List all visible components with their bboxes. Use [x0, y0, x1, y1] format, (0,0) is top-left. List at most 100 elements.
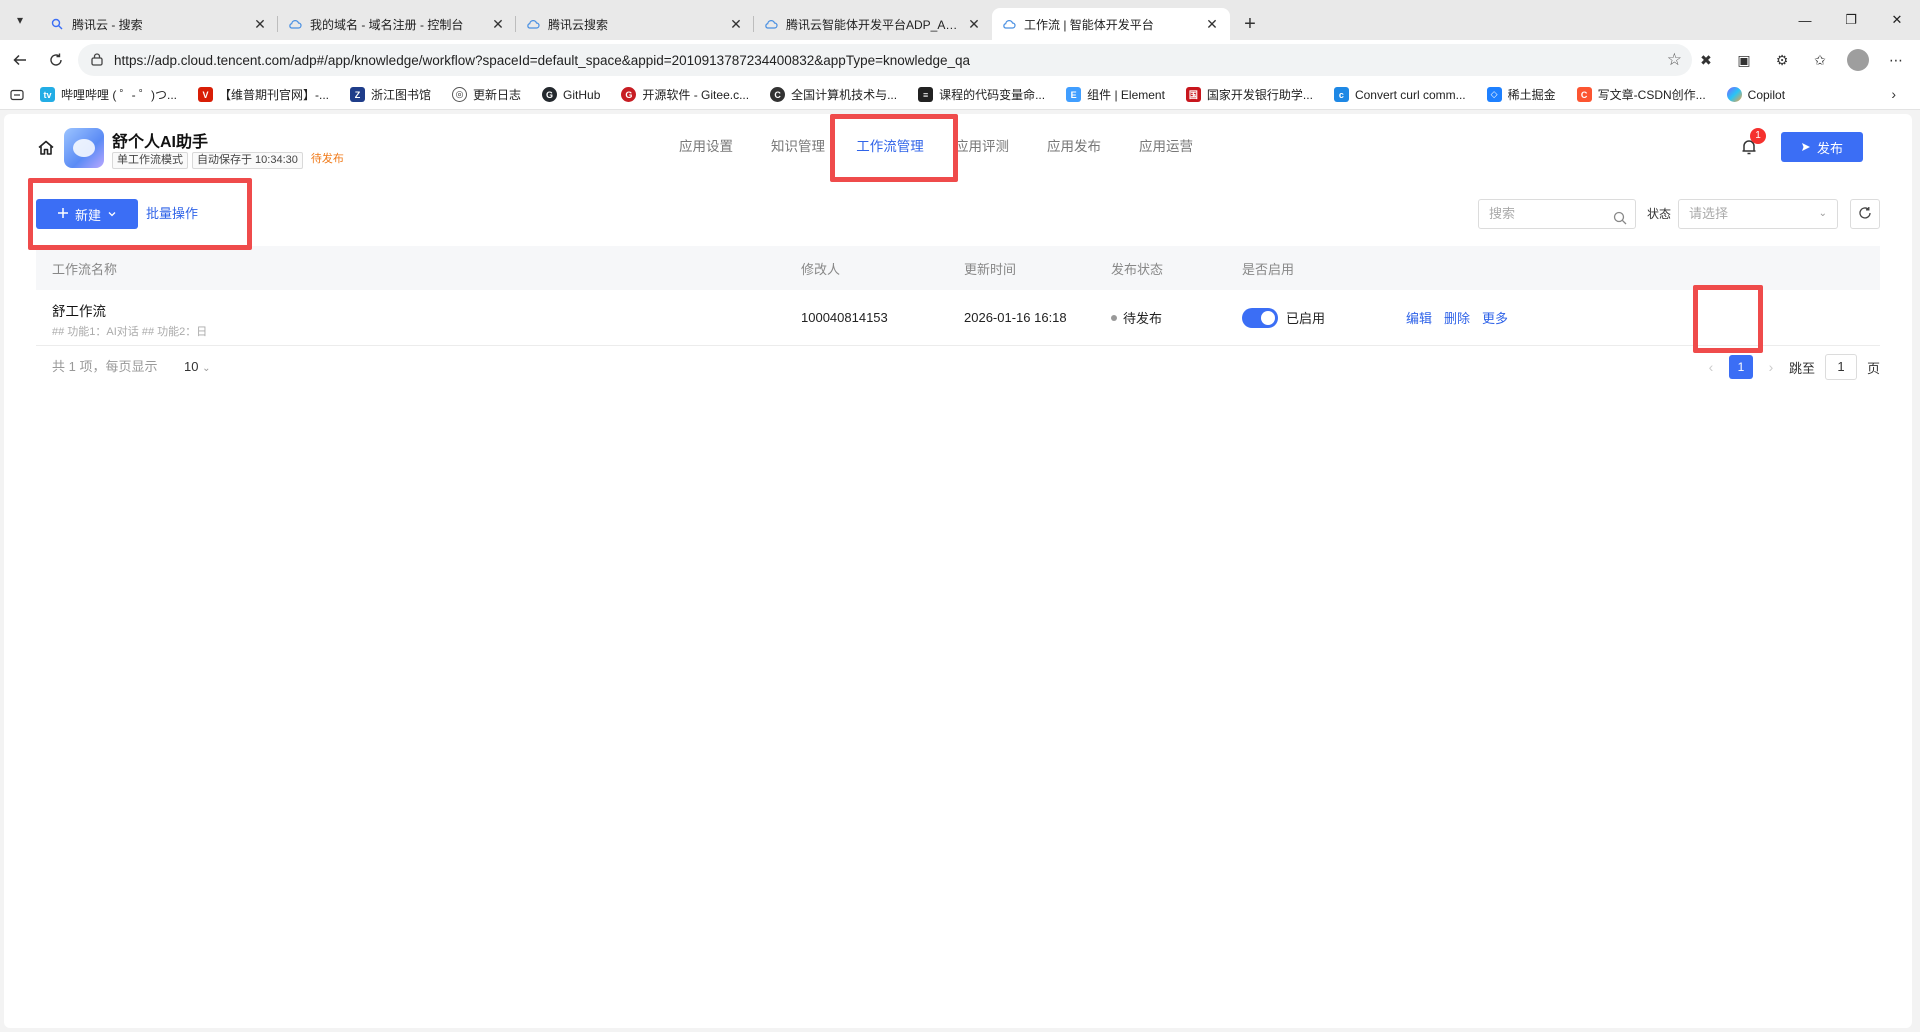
extension-icons: ✖ ▣ ⚙ ✩ ⋯: [1690, 44, 1912, 76]
prev-page-icon[interactable]: ‹: [1703, 359, 1719, 375]
bookmark-item[interactable]: Copilot: [1726, 87, 1785, 102]
status-filter-select[interactable]: 请选择 ⌄: [1678, 199, 1838, 229]
edit-link[interactable]: 编辑: [1406, 290, 1432, 345]
browser-tab[interactable]: 腾讯云智能体开发平台ADP_Agent ✕: [754, 8, 992, 40]
library-icon: Z: [350, 87, 365, 102]
gitee-icon: G: [621, 87, 637, 102]
profile-avatar[interactable]: [1842, 44, 1874, 76]
app-meta: 单工作流模式 自动保存于 10:34:30 待发布: [112, 152, 348, 169]
minimize-icon[interactable]: —: [1782, 0, 1828, 40]
cloud-favicon-icon: [288, 17, 302, 31]
workflow-modifier: 100040814153: [801, 310, 888, 325]
refresh-button[interactable]: [1850, 199, 1880, 229]
tab-close-icon[interactable]: ✕: [728, 16, 744, 32]
restore-icon[interactable]: ❐: [1828, 0, 1874, 40]
window-controls: — ❐ ✕: [1782, 0, 1920, 40]
bookmark-item[interactable]: G 开源软件 - Gitee.c...: [621, 86, 749, 103]
bookmark-label: 写文章-CSDN创作...: [1597, 88, 1706, 102]
browser-tab[interactable]: 腾讯云 - 搜索 ✕: [40, 8, 278, 40]
workflow-name[interactable]: 舒工作流: [52, 300, 106, 320]
globe-icon: ◎: [452, 87, 468, 102]
home-icon[interactable]: [36, 138, 56, 158]
delete-link[interactable]: 删除: [1444, 290, 1470, 345]
bookmark-item[interactable]: Z 浙江图书馆: [350, 86, 431, 103]
current-page[interactable]: 1: [1728, 355, 1753, 379]
workflow-desc: ## 功能1：AI对话 ## 功能2：日: [52, 326, 208, 338]
extension-x-icon[interactable]: ✖: [1690, 44, 1722, 76]
bookmark-item[interactable]: V 【维普期刊官网】-...: [198, 86, 329, 103]
reload-icon[interactable]: [40, 44, 72, 76]
tab-close-icon[interactable]: ✕: [1204, 16, 1220, 32]
bookmark-item[interactable]: ◎ 更新日志: [452, 86, 521, 103]
github-icon: G: [542, 87, 558, 102]
extension-puzzle-icon[interactable]: ▣: [1728, 44, 1760, 76]
jump-label: 跳至: [1788, 360, 1815, 376]
more-link[interactable]: 更多: [1482, 290, 1508, 345]
jump-page-input[interactable]: 1: [1824, 354, 1857, 380]
enable-toggle[interactable]: [1242, 307, 1278, 328]
bookmark-item[interactable]: C 写文章-CSDN创作...: [1576, 86, 1706, 103]
header-name: 工作流名称: [52, 261, 118, 277]
bookmarks-bar: tv 哔哩哔哩 ( ゜- ゜)つ... V 【维普期刊官网】-... Z 浙江图书馆 …: [0, 80, 1920, 110]
page-suffix: 页: [1866, 360, 1880, 376]
bookmark-item[interactable]: G GitHub: [542, 87, 600, 102]
url-text[interactable]: https://adp.cloud.tencent.com/adp#/app/k…: [114, 53, 970, 68]
site-info-icon[interactable]: [90, 52, 104, 69]
workflow-updated: 2026-01-16 16:18: [964, 310, 1067, 325]
back-arrow-icon[interactable]: [4, 44, 36, 76]
search-input[interactable]: 搜索: [1478, 199, 1636, 229]
status-dot: [1111, 314, 1117, 321]
tab-close-icon[interactable]: ✕: [966, 16, 982, 32]
tab-list: 腾讯云 - 搜索 ✕ 我的域名 - 域名注册 - 控制台 ✕ 腾讯云搜索 ✕ 腾…: [40, 4, 1266, 40]
tab-close-icon[interactable]: ✕: [252, 16, 268, 32]
search-icon[interactable]: [1613, 207, 1627, 225]
status-placeholder: 请选择: [1689, 206, 1729, 221]
tab-close-icon[interactable]: ✕: [490, 16, 506, 32]
bookmark-item[interactable]: c Convert curl comm...: [1333, 87, 1466, 102]
exam-icon: C: [770, 87, 786, 102]
bookmark-item[interactable]: C 全国计算机技术与...: [770, 86, 897, 103]
bookmark-label: 更新日志: [473, 88, 522, 102]
browser-tab[interactable]: 我的域名 - 域名注册 - 控制台 ✕: [278, 8, 516, 40]
refresh-icon: [1858, 206, 1872, 223]
page-size-select[interactable]: 10 ⌄: [184, 352, 210, 384]
bookmark-item[interactable]: ≡ 课程的代码变量命...: [918, 86, 1045, 103]
table-row[interactable]: 舒工作流 ## 功能1：AI对话 ## 功能2：日 100040814153 2…: [36, 290, 1880, 346]
next-page-icon[interactable]: ›: [1763, 359, 1779, 375]
browser-tab[interactable]: 腾讯云搜索 ✕: [516, 8, 754, 40]
send-icon: [1801, 140, 1811, 155]
bookmark-item[interactable]: 国国家开发银行助学...: [1185, 86, 1313, 103]
publish-button[interactable]: 发布: [1781, 132, 1863, 162]
close-window-icon[interactable]: ✕: [1874, 0, 1920, 40]
address-bar[interactable]: https://adp.cloud.tencent.com/adp#/app/k…: [78, 44, 1692, 76]
bookmark-item[interactable]: E 组件 | Element: [1066, 86, 1165, 103]
bookmarks-overflow-chevron-icon[interactable]: ›: [1891, 86, 1896, 102]
nav-app-settings[interactable]: 应用设置: [660, 114, 752, 176]
new-tab-icon[interactable]: +: [1234, 8, 1266, 40]
nav-app-operation[interactable]: 应用运营: [1120, 114, 1212, 176]
settings-more-icon[interactable]: ⋯: [1880, 44, 1912, 76]
juejin-icon: ◇: [1486, 87, 1502, 102]
enable-toggle-cell: 已启用: [1242, 290, 1325, 345]
tab-title: 腾讯云智能体开发平台ADP_Agent: [786, 17, 958, 32]
reading-list-icon[interactable]: [10, 89, 24, 101]
browser-tab-active[interactable]: 工作流 | 智能体开发平台 ✕: [992, 8, 1230, 40]
favorites-icon[interactable]: ✩: [1804, 44, 1836, 76]
bookmark-item[interactable]: ◇ 稀土掘金: [1486, 86, 1556, 103]
extensions-icon[interactable]: ⚙: [1766, 44, 1798, 76]
tab-actions-menu-icon[interactable]: ▾: [8, 8, 32, 32]
nav-app-publish[interactable]: 应用发布: [1028, 114, 1120, 176]
total-count: 共 1 项，每页显示: [52, 359, 158, 374]
tab-title: 工作流 | 智能体开发平台: [1024, 17, 1154, 32]
pager: ‹ 1 › 跳至 1 页: [1703, 352, 1880, 382]
status-filter-label: 状态: [1647, 207, 1672, 221]
app-logo: [64, 128, 104, 168]
bookmark-star-icon[interactable]: ☆: [1667, 50, 1682, 70]
cloud-favicon-icon: [764, 17, 778, 31]
table-header: 工作流名称 修改人 更新时间 发布状态 是否启用: [36, 246, 1880, 290]
bookmark-label: Convert curl comm...: [1354, 87, 1466, 102]
enable-label: 已启用: [1286, 311, 1326, 326]
browser-toolbar: https://adp.cloud.tencent.com/adp#/app/k…: [0, 40, 1920, 80]
bookmark-item[interactable]: tv 哔哩哔哩 ( ゜- ゜)つ...: [40, 86, 177, 103]
app-header: 舒个人AI助手 单工作流模式 自动保存于 10:34:30 待发布 应用设置 知…: [4, 114, 1912, 176]
